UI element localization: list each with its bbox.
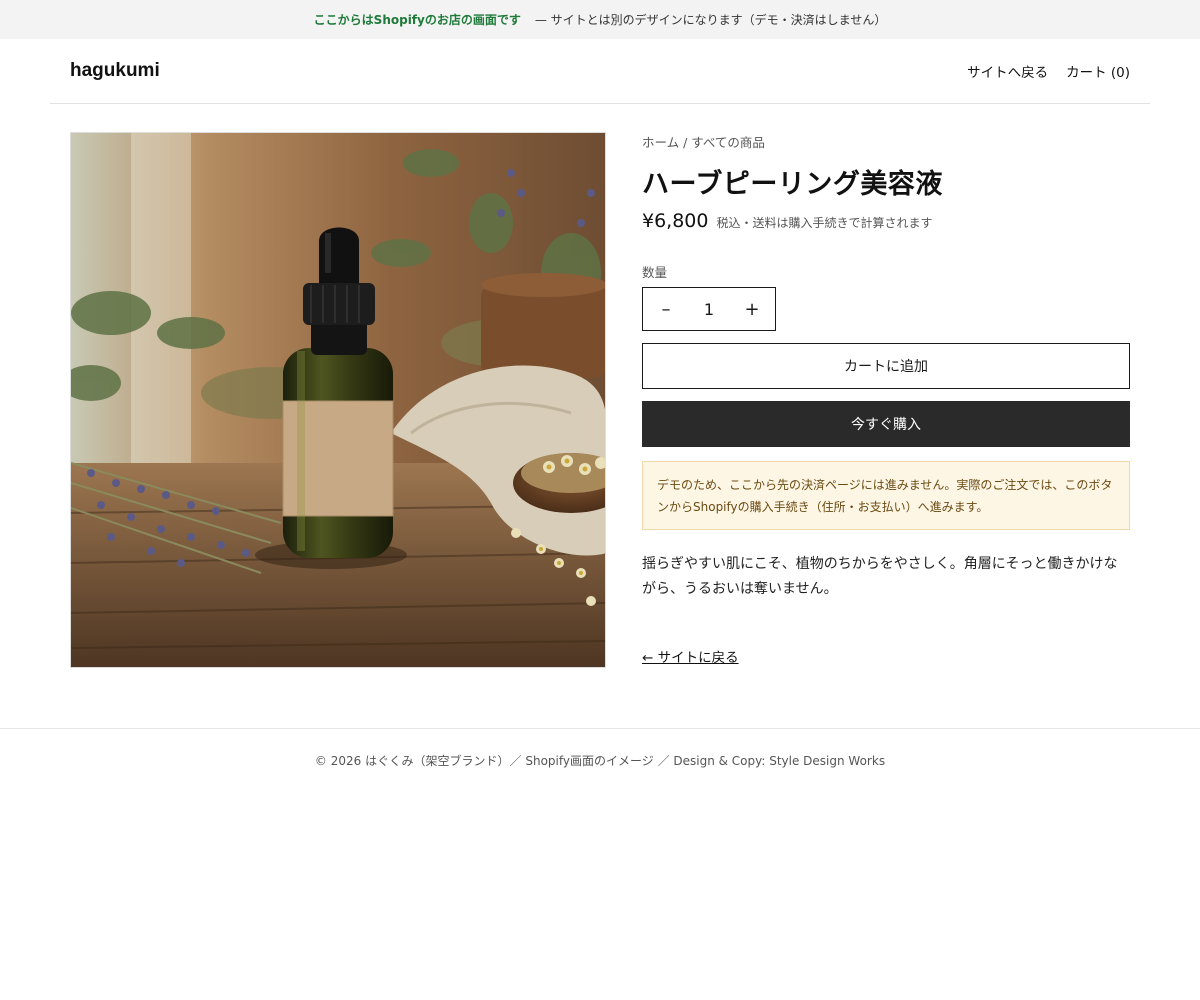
breadcrumb[interactable]: ホーム / すべての商品 — [642, 132, 1130, 152]
cart-link[interactable]: カート (0) — [1066, 61, 1130, 81]
add-to-cart-button[interactable]: カートに追加 — [642, 343, 1130, 389]
product-info: ホーム / すべての商品 ハーブピーリング美容液 ¥6,800 税込・送料は購入… — [642, 132, 1130, 666]
demo-notice: デモのため、ここから先の決済ページには進みません。実際のご注文では、このボタンか… — [642, 461, 1130, 530]
store-logo[interactable]: hagukumi — [70, 60, 160, 82]
product-price: ¥6,800 — [642, 210, 709, 232]
demo-banner-text: — サイトとは別のデザインになります（デモ・決済はしません） — [534, 13, 887, 27]
product-title: ハーブピーリング美容液 — [642, 169, 943, 200]
header-nav: サイトへ戻る カート (0) — [967, 61, 1130, 81]
back-to-site-link[interactable]: サイトへ戻る — [967, 61, 1048, 81]
back-to-site-bottom-link[interactable]: ← サイトに戻る — [642, 646, 739, 666]
quantity-stepper: – 1 + — [642, 287, 776, 331]
quantity-minus-button[interactable]: – — [653, 299, 679, 320]
product-description: 揺らぎやすい肌にこそ、植物のちからをやさしく。角層にそっと働きかけながら、うるお… — [642, 556, 1118, 597]
price-row: ¥6,800 税込・送料は購入手続きで計算されます — [642, 210, 1130, 240]
site-footer: © 2026 はぐくみ（架空ブランド）／ Shopify画面のイメージ ／ De… — [0, 728, 1200, 792]
demo-banner-lead: ここからはShopifyのお店の画面です — [313, 13, 521, 27]
site-header: hagukumi サイトへ戻る カート (0) — [50, 39, 1150, 104]
quantity-label: 数量 — [642, 265, 668, 280]
tax-note: 税込・送料は購入手続きで計算されます — [716, 216, 933, 230]
product-image — [70, 132, 606, 668]
footer-text: © 2026 はぐくみ（架空ブランド）／ Shopify画面のイメージ ／ De… — [314, 754, 886, 768]
buy-now-button[interactable]: 今すぐ購入 — [642, 401, 1130, 447]
quantity-value[interactable]: 1 — [704, 300, 714, 319]
demo-banner: ここからはShopifyのお店の画面です — サイトとは別のデザインになります（… — [0, 0, 1200, 39]
quantity-plus-button[interactable]: + — [739, 299, 765, 320]
